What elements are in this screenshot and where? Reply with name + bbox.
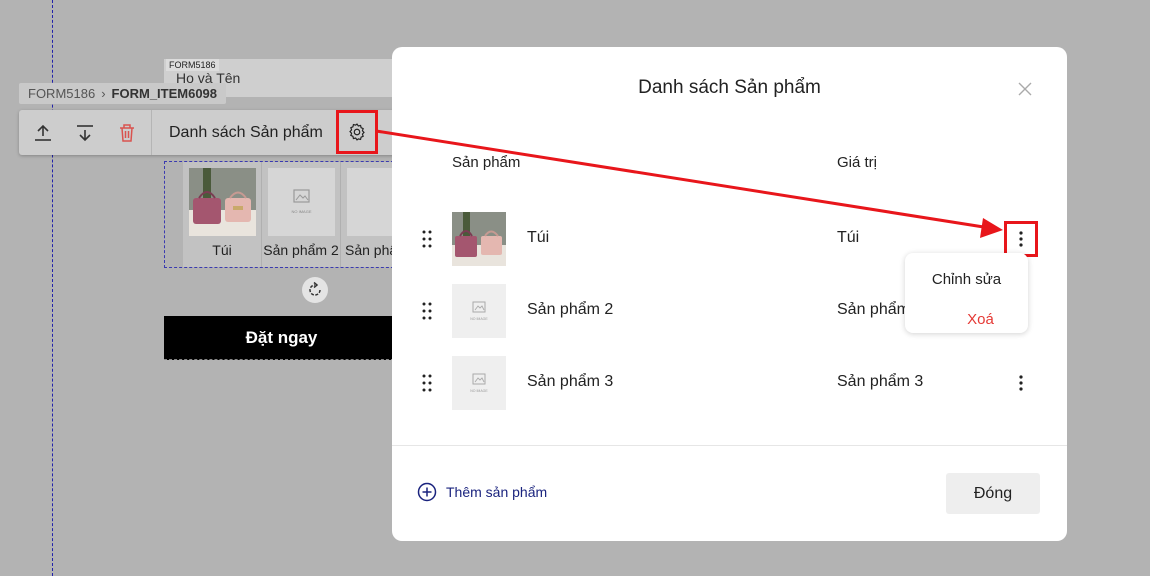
toolbar-title: Danh sách Sản phẩm: [169, 124, 323, 141]
trash-icon[interactable]: [117, 123, 137, 143]
product-name: Túi: [527, 229, 550, 246]
product-strip[interactable]: Túi NO IMAGE Sản phẩm 2 Sản phẩm 3: [164, 161, 399, 268]
product-name: Sản phẩm 3: [527, 373, 614, 390]
row-context-menu: Chỉnh sửa Xoá: [905, 253, 1028, 333]
element-toolbar: Danh sách Sản phẩm: [19, 110, 399, 155]
toolbar-divider: [151, 110, 152, 155]
product-value: Sản phẩm 3: [837, 373, 924, 390]
breadcrumb-separator: ›: [101, 86, 106, 101]
product-value: Túi: [837, 229, 860, 246]
product-list-modal: Danh sách Sản phẩm Sản phẩm Giá trị Túi …: [392, 47, 1067, 541]
refresh-button[interactable]: [302, 277, 328, 303]
more-vertical-icon: [1019, 375, 1023, 391]
no-image-icon: NO IMAGE: [268, 168, 335, 236]
refresh-icon: [309, 281, 321, 296]
menu-item-edit[interactable]: Chỉnh sửa: [905, 271, 1028, 288]
order-now-button[interactable]: Đặt ngay: [164, 316, 399, 360]
add-product-button[interactable]: Thêm sản phẩm: [417, 482, 547, 502]
drag-handle-icon[interactable]: [422, 230, 432, 248]
gear-icon: [349, 123, 365, 141]
drag-handle-icon[interactable]: [422, 374, 432, 392]
bag-photo: [189, 168, 256, 236]
strip-item-label: Sản phẩm 3: [345, 242, 398, 258]
product-name: Sản phẩm 2: [527, 301, 614, 318]
strip-item-label: Sản phẩm 2: [263, 242, 339, 258]
plus-circle-icon: [417, 482, 437, 502]
no-image-text: NO IMAGE: [291, 209, 311, 214]
strip-item[interactable]: Sản phẩm 3: [341, 162, 398, 267]
drag-handle-icon[interactable]: [422, 302, 432, 320]
bag-photo: [452, 212, 506, 266]
no-image-icon: NO IMAGE: [452, 284, 506, 338]
more-vertical-icon: [1019, 231, 1023, 247]
strip-item-label: Túi: [212, 242, 232, 258]
modal-divider: [392, 445, 1067, 446]
move-up-icon[interactable]: [33, 123, 53, 143]
more-options-button[interactable]: [1004, 221, 1038, 257]
strip-item[interactable]: NO IMAGE Sản phẩm 2: [262, 162, 341, 267]
close-icon[interactable]: [1017, 81, 1033, 97]
table-row: NO IMAGE Sản phẩm 3 Sản phẩm 3: [392, 354, 1067, 410]
add-product-label: Thêm sản phẩm: [446, 484, 548, 500]
close-button[interactable]: Đóng: [946, 473, 1040, 514]
no-image-text: NO IMAGE: [470, 317, 488, 321]
settings-button[interactable]: [336, 110, 378, 154]
breadcrumb-form[interactable]: FORM5186: [28, 86, 95, 101]
column-header-product: Sản phẩm: [452, 154, 521, 171]
no-image-text: NO IMAGE: [470, 389, 488, 393]
no-image-icon: NO IMAGE: [452, 356, 506, 410]
breadcrumb-current: FORM_ITEM6098: [111, 86, 218, 101]
menu-item-delete[interactable]: Xoá: [905, 311, 1028, 328]
column-header-value: Giá trị: [837, 154, 878, 171]
move-down-icon[interactable]: [75, 123, 95, 143]
more-options-button[interactable]: [1004, 365, 1038, 401]
strip-item[interactable]: Túi: [183, 162, 262, 267]
breadcrumb: FORM5186 › FORM_ITEM6098: [19, 83, 227, 104]
modal-title: Danh sách Sản phẩm: [638, 77, 821, 98]
